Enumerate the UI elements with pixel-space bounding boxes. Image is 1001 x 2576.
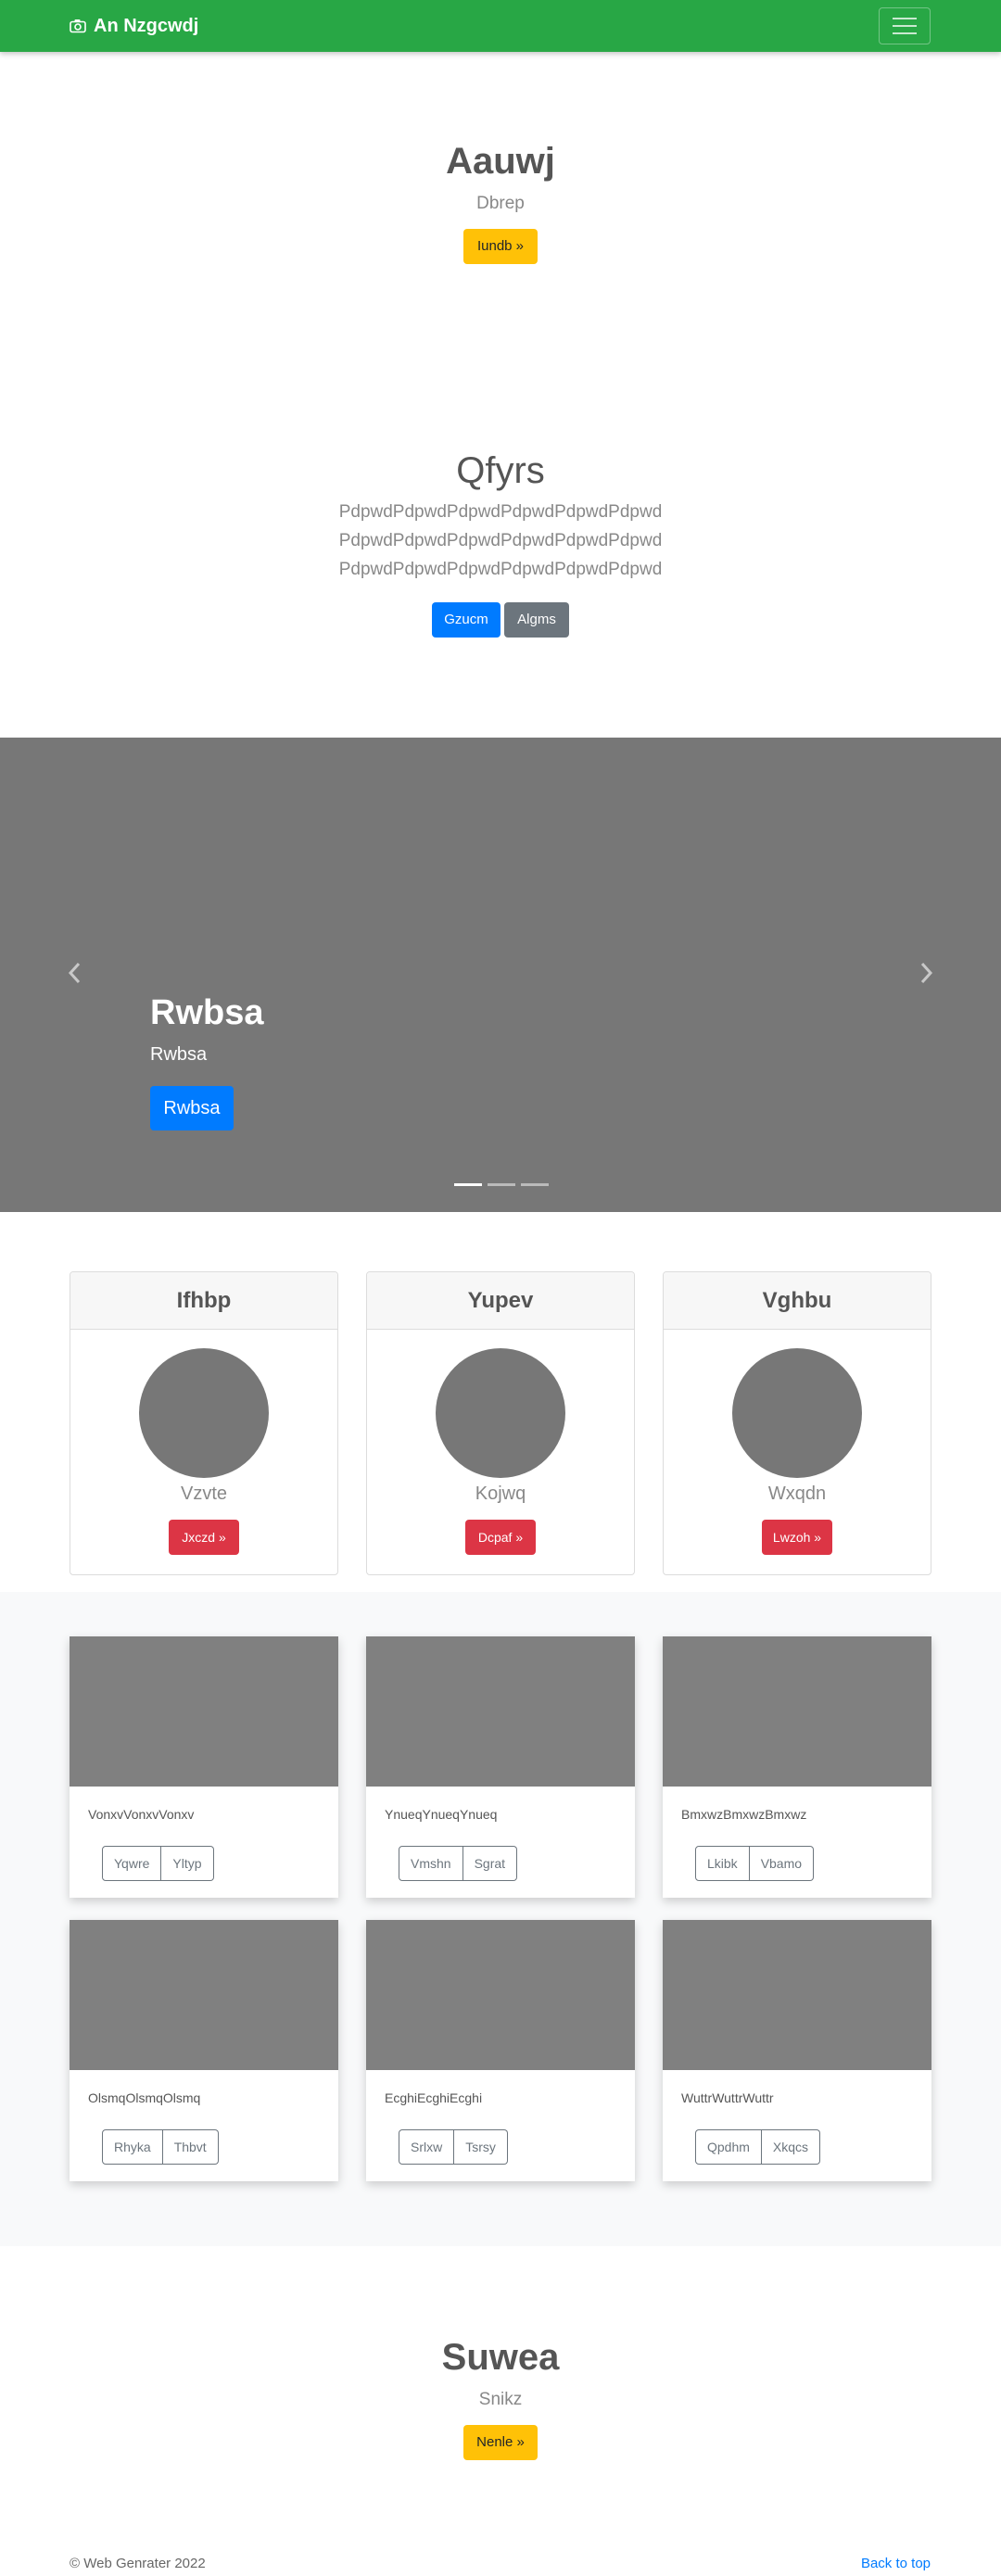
profile-card-header: Ifhbp bbox=[70, 1272, 337, 1330]
hero2-primary-button[interactable]: Gzucm bbox=[432, 602, 500, 638]
album-card: WuttrWuttrWuttr Qpdhm Xkqcs bbox=[663, 1920, 931, 2181]
card-image bbox=[366, 1636, 635, 1787]
brand-name: An Nzgcwdj bbox=[94, 15, 199, 36]
carousel-indicator[interactable] bbox=[521, 1183, 549, 1186]
profile-button[interactable]: Lwzoh » bbox=[762, 1520, 832, 1555]
card-text: EcghiEcghiEcghi bbox=[385, 2090, 483, 2105]
album-card: VonxvVonxvVonxv Yqwre Yltyp bbox=[70, 1636, 338, 1898]
hero2-paragraph: PdpwdPdpwdPdpwdPdpwdPdpwdPdpwd PdpwdPdpw… bbox=[0, 498, 1001, 584]
card-button-group: Srlxw Tsrsy bbox=[399, 2129, 508, 2165]
navbar-toggler-button[interactable] bbox=[879, 7, 931, 44]
hero3-subtitle: Snikz bbox=[478, 2390, 523, 2409]
carousel-caption-button[interactable]: Rwbsa bbox=[150, 1086, 234, 1130]
card-image bbox=[366, 1920, 635, 2070]
hero2-line: PdpwdPdpwdPdpwdPdpwdPdpwdPdpwd bbox=[338, 531, 663, 550]
card-button-group: Yqwre Yltyp bbox=[102, 1846, 214, 1881]
hero-section-3: Suwea Snikz Nenle » bbox=[0, 2337, 1001, 2460]
hero1-subtitle: Dbrep bbox=[476, 194, 525, 213]
hero2-secondary-button[interactable]: Algms bbox=[504, 602, 569, 638]
profile-button[interactable]: Jxczd » bbox=[169, 1520, 239, 1555]
hero2-line: PdpwdPdpwdPdpwdPdpwdPdpwdPdpwd bbox=[338, 560, 663, 579]
chevron-left-icon bbox=[68, 962, 81, 984]
navbar: An Nzgcwdj bbox=[0, 0, 1001, 52]
card-button[interactable]: Srlxw bbox=[399, 2129, 455, 2165]
carousel-indicators bbox=[454, 1183, 549, 1186]
card-text: VonxvVonxvVonxv bbox=[88, 1807, 195, 1822]
album-card: OlsmqOlsmqOlsmq Rhyka Thbvt bbox=[70, 1920, 338, 2181]
hero3-button[interactable]: Nenle » bbox=[463, 2425, 538, 2460]
back-to-top-link[interactable]: Back to top bbox=[861, 2556, 931, 2571]
card-button-group: Rhyka Thbvt bbox=[102, 2129, 219, 2165]
hero1-button[interactable]: Iundb » bbox=[463, 229, 538, 264]
profile-name: Vzvte bbox=[180, 1484, 228, 1504]
carousel-indicator[interactable] bbox=[488, 1183, 515, 1186]
card-image bbox=[70, 1636, 338, 1787]
hero2-line: PdpwdPdpwdPdpwdPdpwdPdpwdPdpwd bbox=[338, 502, 663, 522]
card-text: BmxwzBmxwzBmxwz bbox=[681, 1807, 807, 1822]
card-button[interactable]: Vmshn bbox=[399, 1846, 463, 1881]
hamburger-icon bbox=[893, 18, 917, 19]
carousel-prev-button[interactable] bbox=[65, 960, 85, 986]
profile-card-header: Yupev bbox=[367, 1272, 634, 1330]
album-card: YnueqYnueqYnueq Vmshn Sgrat bbox=[366, 1636, 635, 1898]
profile-button[interactable]: Dcpaf » bbox=[465, 1520, 536, 1555]
card-button-group: Vmshn Sgrat bbox=[399, 1846, 518, 1881]
card-text: WuttrWuttrWuttr bbox=[681, 2090, 774, 2105]
card-button[interactable]: Rhyka bbox=[102, 2129, 163, 2165]
album-card: EcghiEcghiEcghi Srlxw Tsrsy bbox=[366, 1920, 635, 2181]
carousel-indicator[interactable] bbox=[454, 1183, 482, 1186]
card-button[interactable]: Vbamo bbox=[749, 1846, 815, 1881]
footer-copyright: © Web Genrater 2022 bbox=[70, 2556, 206, 2571]
profile-avatar bbox=[139, 1348, 269, 1478]
profile-card-header: Vghbu bbox=[664, 1272, 931, 1330]
card-image bbox=[663, 1920, 931, 2070]
profile-name: Kojwq bbox=[475, 1484, 526, 1504]
profile-card: Ifhbp Vzvte Jxczd » bbox=[70, 1271, 338, 1575]
card-button[interactable]: Xkqcs bbox=[761, 2129, 821, 2165]
chevron-right-icon bbox=[920, 962, 933, 984]
card-button[interactable]: Tsrsy bbox=[454, 2129, 508, 2165]
hero1-title: Aauwj bbox=[446, 141, 555, 182]
carousel: Rwbsa Rwbsa Rwbsa bbox=[0, 738, 1001, 1212]
carousel-caption-title: Rwbsa bbox=[150, 993, 264, 1032]
card-button[interactable]: Lkibk bbox=[695, 1846, 750, 1881]
profile-name: Wxqdn bbox=[767, 1484, 827, 1504]
hero-section-2: Qfyrs PdpwdPdpwdPdpwdPdpwdPdpwdPdpwd Pdp… bbox=[0, 450, 1001, 638]
card-button[interactable]: Thbvt bbox=[162, 2129, 219, 2165]
hero3-title: Suwea bbox=[441, 2337, 560, 2378]
album-card: BmxwzBmxwzBmxwz Lkibk Vbamo bbox=[663, 1636, 931, 1898]
carousel-caption-text: Rwbsa bbox=[150, 1044, 208, 1065]
card-button[interactable]: Yqwre bbox=[102, 1846, 162, 1881]
card-button-group: Qpdhm Xkqcs bbox=[695, 2129, 821, 2165]
card-button[interactable]: Qpdhm bbox=[695, 2129, 762, 2165]
profile-avatar bbox=[436, 1348, 565, 1478]
card-button[interactable]: Sgrat bbox=[462, 1846, 518, 1881]
card-image bbox=[70, 1920, 338, 2070]
profile-avatar bbox=[732, 1348, 862, 1478]
carousel-next-button[interactable] bbox=[916, 960, 936, 986]
card-button[interactable]: Yltyp bbox=[161, 1846, 214, 1881]
hero-section-1: Aauwj Dbrep Iundb » bbox=[0, 141, 1001, 264]
camera-icon bbox=[70, 19, 86, 33]
card-button-group: Lkibk Vbamo bbox=[695, 1846, 815, 1881]
hero2-title: Qfyrs bbox=[456, 450, 545, 491]
card-text: YnueqYnueqYnueq bbox=[385, 1807, 498, 1822]
profile-card: Yupev Kojwq Dcpaf » bbox=[366, 1271, 635, 1575]
brand-link[interactable]: An Nzgcwdj bbox=[70, 15, 198, 37]
card-image bbox=[663, 1636, 931, 1787]
profile-card: Vghbu Wxqdn Lwzoh » bbox=[663, 1271, 931, 1575]
card-text: OlsmqOlsmqOlsmq bbox=[88, 2090, 201, 2105]
